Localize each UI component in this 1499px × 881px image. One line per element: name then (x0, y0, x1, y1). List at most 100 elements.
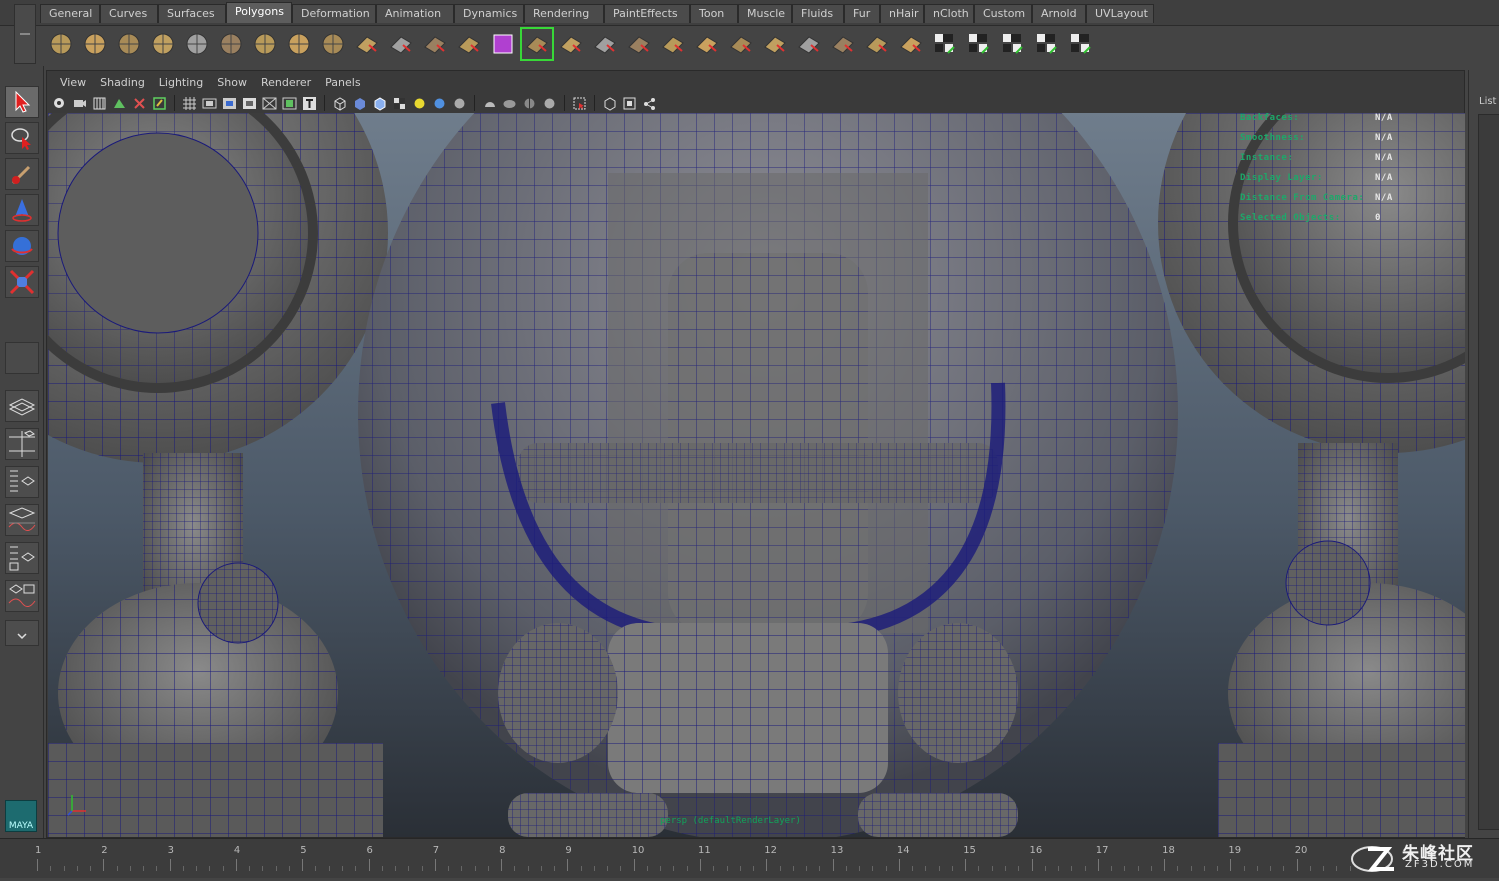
hud-toggle-icon[interactable] (641, 95, 658, 112)
texture-checker-icon[interactable] (930, 29, 960, 59)
smooth-icon[interactable] (420, 29, 450, 59)
multisample-aa-icon[interactable] (501, 95, 518, 112)
panel-menu-renderer[interactable]: Renderer (254, 76, 318, 89)
time-slider[interactable]: 1 2 3 4 5 6 7 8 9 10 11 12 13 14 15 16 17 18 19 20 朱峰社区 ZF3… (0, 838, 1499, 878)
safe-action-icon[interactable] (281, 95, 298, 112)
polygon-cube-icon[interactable] (488, 29, 518, 59)
persp-trax-layout-icon[interactable] (5, 580, 39, 612)
panel-menu-lighting[interactable]: Lighting (152, 76, 210, 89)
gate-mask-icon[interactable] (241, 95, 258, 112)
shelf-tab-custom[interactable]: Custom (974, 4, 1032, 23)
single-perspective-layout-icon[interactable] (5, 390, 39, 422)
use-all-lights-icon[interactable] (411, 95, 428, 112)
move-tool-icon[interactable] (5, 194, 39, 226)
panel-menu-view[interactable]: View (53, 76, 93, 89)
bevel-icon[interactable] (692, 29, 722, 59)
poly-plane-icon[interactable] (182, 29, 212, 59)
xray-components-icon[interactable] (621, 95, 638, 112)
shelf-tab-fur[interactable]: Fur (844, 4, 880, 23)
shelf-tab-arnold[interactable]: Arnold (1032, 4, 1086, 23)
shelf-tab-nhair[interactable]: nHair (880, 4, 924, 23)
list-menu[interactable]: List (1479, 96, 1496, 107)
camera-attributes-icon[interactable] (71, 95, 88, 112)
wireframe-shading-icon[interactable] (331, 95, 348, 112)
panel-menu-shading[interactable]: Shading (93, 76, 152, 89)
poly-torus-icon[interactable] (216, 29, 246, 59)
image-plane-icon[interactable] (111, 95, 128, 112)
shelf-tab-general[interactable]: General (40, 4, 100, 23)
combine-icon[interactable] (352, 29, 382, 59)
uv-unfold-icon[interactable] (1032, 29, 1062, 59)
uv-layout-icon[interactable] (1066, 29, 1096, 59)
bridge-icon[interactable] (590, 29, 620, 59)
paint-select-tool-icon[interactable] (5, 158, 39, 190)
four-view-layout-icon[interactable] (5, 428, 39, 460)
uv-icon[interactable] (520, 27, 554, 61)
screen-space-ao-icon[interactable] (451, 95, 468, 112)
split-icon[interactable] (658, 29, 688, 59)
shelf-tab-curves[interactable]: Curves (100, 4, 158, 23)
poly-sphere-icon[interactable] (46, 29, 76, 59)
shelf-tab-polygons[interactable]: Polygons (226, 2, 292, 23)
safe-title-icon[interactable] (301, 95, 318, 112)
bookmarks-icon[interactable] (91, 95, 108, 112)
hypershade-layout-icon[interactable] (5, 542, 39, 574)
shelf-tab-painteffects[interactable]: PaintEffects (604, 4, 690, 23)
channel-box[interactable] (1478, 114, 1499, 830)
shadows-icon[interactable] (431, 95, 448, 112)
field-chart-icon[interactable] (261, 95, 278, 112)
shelf-tab-ncloth[interactable]: nCloth (924, 4, 974, 23)
scale-tool-icon[interactable] (5, 266, 39, 298)
uv-snapshot-icon[interactable] (964, 29, 994, 59)
poly-pyramid-icon[interactable] (250, 29, 280, 59)
layout-more-icon[interactable] (5, 620, 39, 646)
grease-pencil-icon[interactable] (151, 95, 168, 112)
poly-cone-icon[interactable] (148, 29, 178, 59)
rotate-tool-icon[interactable] (5, 230, 39, 262)
select-tool-icon[interactable] (5, 86, 39, 118)
shelf-tab-fluids[interactable]: Fluids (792, 4, 844, 23)
time-slider-track[interactable]: 1 2 3 4 5 6 7 8 9 10 11 12 13 14 15 16 17 18 19 20 (10, 843, 1351, 873)
shelf-tab-uvlayout[interactable]: UVLayout (1086, 4, 1154, 23)
boolean-icon[interactable] (454, 29, 484, 59)
grid-icon[interactable] (181, 95, 198, 112)
cut-faces-icon[interactable] (862, 29, 892, 59)
persp-graph-layout-icon[interactable] (5, 504, 39, 536)
last-tool-icon[interactable] (5, 342, 39, 374)
shelf-tab-deformation[interactable]: Deformation (292, 4, 376, 23)
persp-outliner-layout-icon[interactable] (5, 466, 39, 498)
viewport[interactable]: Backfaces: N/A Smoothness: N/A Instance: N/A D… (48, 113, 1465, 837)
lasso-tool-icon[interactable] (5, 122, 39, 154)
poly-pipe-icon[interactable] (284, 29, 314, 59)
shelf-tab-dynamics[interactable]: Dynamics (454, 4, 524, 23)
poly-helix-icon[interactable] (318, 29, 348, 59)
uv-checker-icon[interactable] (998, 29, 1028, 59)
textured-icon[interactable] (391, 95, 408, 112)
soft-mod-icon[interactable] (896, 29, 926, 59)
poly-cylinder-icon[interactable] (114, 29, 144, 59)
smooth-shading-icon[interactable] (351, 95, 368, 112)
xray-joints-icon[interactable] (601, 95, 618, 112)
insert-edge-loop-icon[interactable] (760, 29, 790, 59)
film-gate-icon[interactable] (201, 95, 218, 112)
shelf-tab-animation[interactable]: Animation (376, 4, 454, 23)
shelf-tab-toon[interactable]: Toon (690, 4, 738, 23)
shelf-tab-rendering[interactable]: Rendering (524, 4, 604, 23)
isolate-select-icon[interactable] (541, 95, 558, 112)
merge-icon[interactable] (726, 29, 756, 59)
wedge-icon[interactable] (794, 29, 824, 59)
panel-menu-show[interactable]: Show (210, 76, 254, 89)
resolution-gate-icon[interactable] (221, 95, 238, 112)
two-d-pan-zoom-icon[interactable] (131, 95, 148, 112)
depth-of-field-icon[interactable] (521, 95, 538, 112)
motion-blur-icon[interactable] (481, 95, 498, 112)
shelf-menu-button[interactable] (14, 4, 36, 64)
shelf-tab-surfaces[interactable]: Surfaces (158, 4, 226, 23)
append-icon[interactable] (624, 29, 654, 59)
wireframe-on-shaded-icon[interactable] (371, 95, 388, 112)
panel-menu-panels[interactable]: Panels (318, 76, 367, 89)
xray-icon[interactable] (571, 95, 588, 112)
select-camera-icon[interactable] (51, 95, 68, 112)
separate-icon[interactable] (386, 29, 416, 59)
extrude-icon[interactable] (556, 29, 586, 59)
